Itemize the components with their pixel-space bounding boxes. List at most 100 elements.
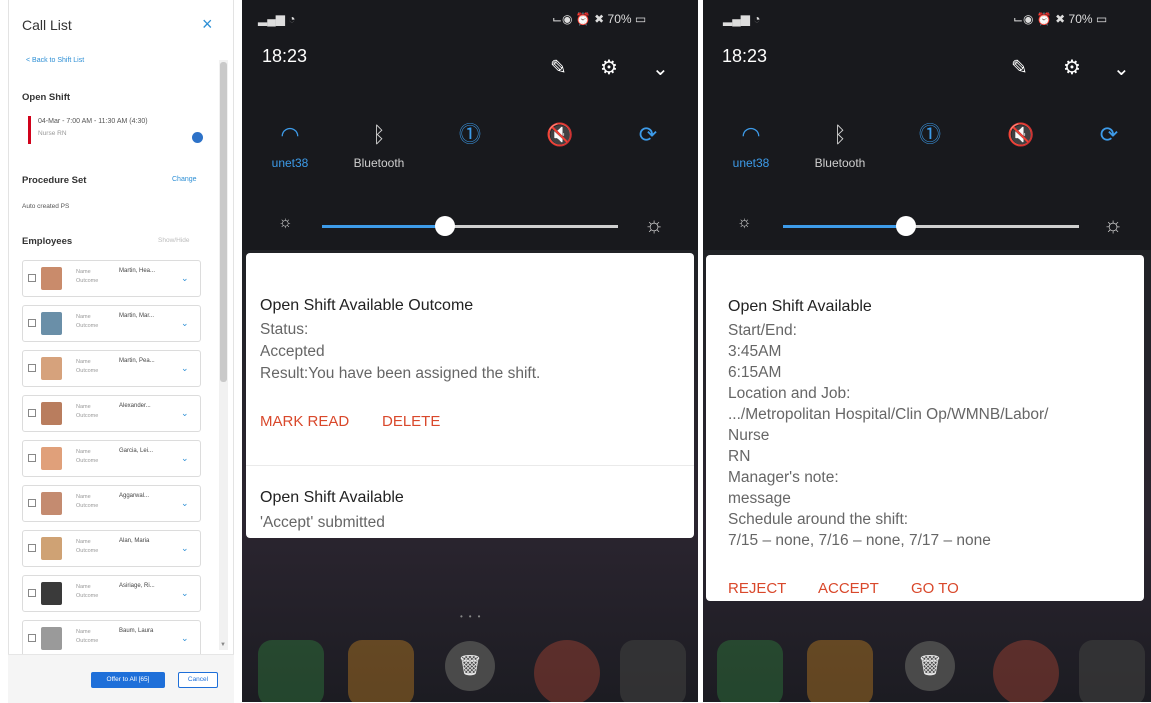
employee-checkbox[interactable] xyxy=(28,364,36,372)
trash-icon[interactable]: 🗑 xyxy=(445,641,495,691)
employee-checkbox[interactable] xyxy=(28,544,36,552)
notification-location-label: Location and Job: xyxy=(728,385,851,402)
employee-checkbox[interactable] xyxy=(28,499,36,507)
employee-row-labels: Name Outcome xyxy=(76,538,98,556)
wifi-label: unet38 xyxy=(732,156,770,170)
employee-row-labels: Name Outcome xyxy=(76,628,98,646)
brightness-slider-fill[interactable] xyxy=(783,225,905,228)
employee-checkbox[interactable] xyxy=(28,409,36,417)
wifi-toggle[interactable]: ◠ unet38 xyxy=(260,122,320,170)
sound-toggle[interactable]: 🔇 xyxy=(530,122,590,148)
employee-checkbox[interactable] xyxy=(28,589,36,597)
employee-checkbox[interactable] xyxy=(28,274,36,282)
outcome-label: Outcome xyxy=(76,368,99,374)
sound-toggle[interactable]: 🔇 xyxy=(991,122,1051,148)
chevron-down-icon[interactable]: ⌄ xyxy=(181,588,189,599)
chevron-down-icon[interactable]: ⌄ xyxy=(181,273,189,284)
brightness-slider-track[interactable] xyxy=(905,225,1079,228)
wifi-toggle[interactable]: ◠ unet38 xyxy=(721,122,781,170)
outcome-label: Outcome xyxy=(76,638,99,644)
go-to-button[interactable]: GO TO xyxy=(911,580,959,597)
shift-info-icon[interactable] xyxy=(192,132,203,143)
brightness-low-icon: ☼ xyxy=(737,214,752,231)
employee-row[interactable]: Name Outcome Martin, Pea... ⌄ xyxy=(22,350,201,387)
outcome-label: Outcome xyxy=(76,413,99,419)
employee-row[interactable]: Name Outcome Garcia, Lei... ⌄ xyxy=(22,440,201,477)
bluetooth-toggle[interactable]: ᛒ Bluetooth xyxy=(810,122,870,170)
gear-icon[interactable]: ⚙ xyxy=(1063,55,1081,80)
chevron-down-icon[interactable]: ⌄ xyxy=(181,633,189,644)
clock: 18:23 xyxy=(722,46,768,66)
mobile-data-toggle[interactable]: ⓵ xyxy=(900,122,960,148)
trash-icon[interactable]: 🗑 xyxy=(905,641,955,691)
chevron-down-icon[interactable]: ⌄ xyxy=(181,453,189,464)
scrollbar-thumb[interactable] xyxy=(220,62,227,382)
employee-row-labels: Name Outcome xyxy=(76,583,98,601)
notification-result: Result:You have been assigned the shift. xyxy=(260,365,541,382)
brightness-slider-track[interactable] xyxy=(444,225,618,228)
employee-row-labels: Name Outcome xyxy=(76,493,98,511)
notification-card-available[interactable]: Open Shift Available Start/End: 3:45AM 6… xyxy=(706,255,1144,601)
employee-checkbox[interactable] xyxy=(28,454,36,462)
bluetooth-toggle[interactable]: ᛒ Bluetooth xyxy=(349,122,409,170)
employee-row[interactable]: Name Outcome Aggarwal... ⌄ xyxy=(22,485,201,522)
employee-checkbox[interactable] xyxy=(28,319,36,327)
call-list-title: Call List xyxy=(22,17,72,33)
employee-checkbox[interactable] xyxy=(28,634,36,642)
notification-card-outcome[interactable]: Open Shift Available Outcome Status: Acc… xyxy=(246,253,694,538)
name-label: Name xyxy=(76,629,91,635)
notification-title: Open Shift Available Outcome xyxy=(260,297,474,314)
employee-row[interactable]: Name Outcome Baum, Laura ⌄ xyxy=(22,620,201,657)
delete-button[interactable]: DELETE xyxy=(382,413,440,430)
chevron-down-icon[interactable]: ⌄ xyxy=(1113,56,1130,81)
phone-screen-2: ▂▄▆ ◔ ⌙◉ ⏰ ✖ 70% ▭ 18:23 ✎ ⚙ ⌄ ◠ unet38 … xyxy=(703,0,1151,702)
mobile-data-toggle[interactable]: ⓵ xyxy=(440,122,500,148)
employee-row-labels: Name Outcome xyxy=(76,448,98,466)
brightness-high-icon: ☼ xyxy=(644,212,665,237)
gear-icon[interactable]: ⚙ xyxy=(600,55,618,80)
employee-row[interactable]: Name Outcome Asiriage, Ri... ⌄ xyxy=(22,575,201,612)
outcome-label: Outcome xyxy=(76,503,99,509)
chevron-down-icon[interactable]: ⌄ xyxy=(181,543,189,554)
mute-icon: 🔇 xyxy=(1007,122,1035,147)
edit-icon[interactable]: ✎ xyxy=(1011,55,1028,80)
change-procedure-link[interactable]: Change xyxy=(172,176,197,183)
brightness-slider-fill[interactable] xyxy=(322,225,444,228)
scroll-down-icon[interactable]: ▼ xyxy=(220,642,226,648)
close-icon[interactable]: × xyxy=(202,14,213,35)
name-label: Name xyxy=(76,494,91,500)
wifi-icon: ◠ xyxy=(280,122,300,147)
notification-manager-note: message xyxy=(728,490,791,507)
back-to-shift-list-link[interactable]: < Back to Shift List xyxy=(26,57,84,64)
employee-row[interactable]: Name Outcome Alexander... ⌄ xyxy=(22,395,201,432)
brightness-slider-knob[interactable] xyxy=(896,216,916,236)
name-label: Name xyxy=(76,359,91,365)
reject-button[interactable]: REJECT xyxy=(728,580,786,597)
chevron-down-icon[interactable]: ⌄ xyxy=(652,56,669,81)
auto-rotate-toggle[interactable]: ⟳ xyxy=(1079,122,1139,148)
brightness-slider-knob[interactable] xyxy=(435,216,455,236)
chevron-down-icon[interactable]: ⌄ xyxy=(181,408,189,419)
edit-icon[interactable]: ✎ xyxy=(550,55,567,80)
accept-button[interactable]: ACCEPT xyxy=(818,580,879,597)
chevron-down-icon[interactable]: ⌄ xyxy=(181,498,189,509)
rotate-icon: ⟳ xyxy=(638,122,658,147)
show-hide-toggle[interactable]: Show/Hide xyxy=(158,237,189,244)
offer-to-all-button[interactable]: Offer to All [65] xyxy=(91,672,165,688)
employee-row[interactable]: Name Outcome Martin, Hea... ⌄ xyxy=(22,260,201,297)
cancel-button[interactable]: Cancel xyxy=(178,672,218,688)
chevron-down-icon[interactable]: ⌄ xyxy=(181,363,189,374)
mute-icon: 🔇 xyxy=(546,122,574,147)
procedure-set-value: Auto created PS xyxy=(22,203,70,210)
employees-heading: Employees xyxy=(22,236,73,247)
mark-read-button[interactable]: MARK READ xyxy=(260,413,349,430)
employee-row[interactable]: Name Outcome Alan, Maria ⌄ xyxy=(22,530,201,567)
employee-row-labels: Name Outcome xyxy=(76,313,98,331)
employee-row[interactable]: Name Outcome Martin, Mar... ⌄ xyxy=(22,305,201,342)
chevron-down-icon[interactable]: ⌄ xyxy=(181,318,189,329)
employee-row-labels: Name Outcome xyxy=(76,403,98,421)
auto-rotate-toggle[interactable]: ⟳ xyxy=(618,122,678,148)
notification-start-time: 3:45AM xyxy=(728,343,782,360)
shift-role: Nurse RN xyxy=(38,130,67,137)
open-shift-card[interactable]: 04-Mar - 7:00 AM - 11:30 AM (4:30) Nurse… xyxy=(22,112,212,148)
